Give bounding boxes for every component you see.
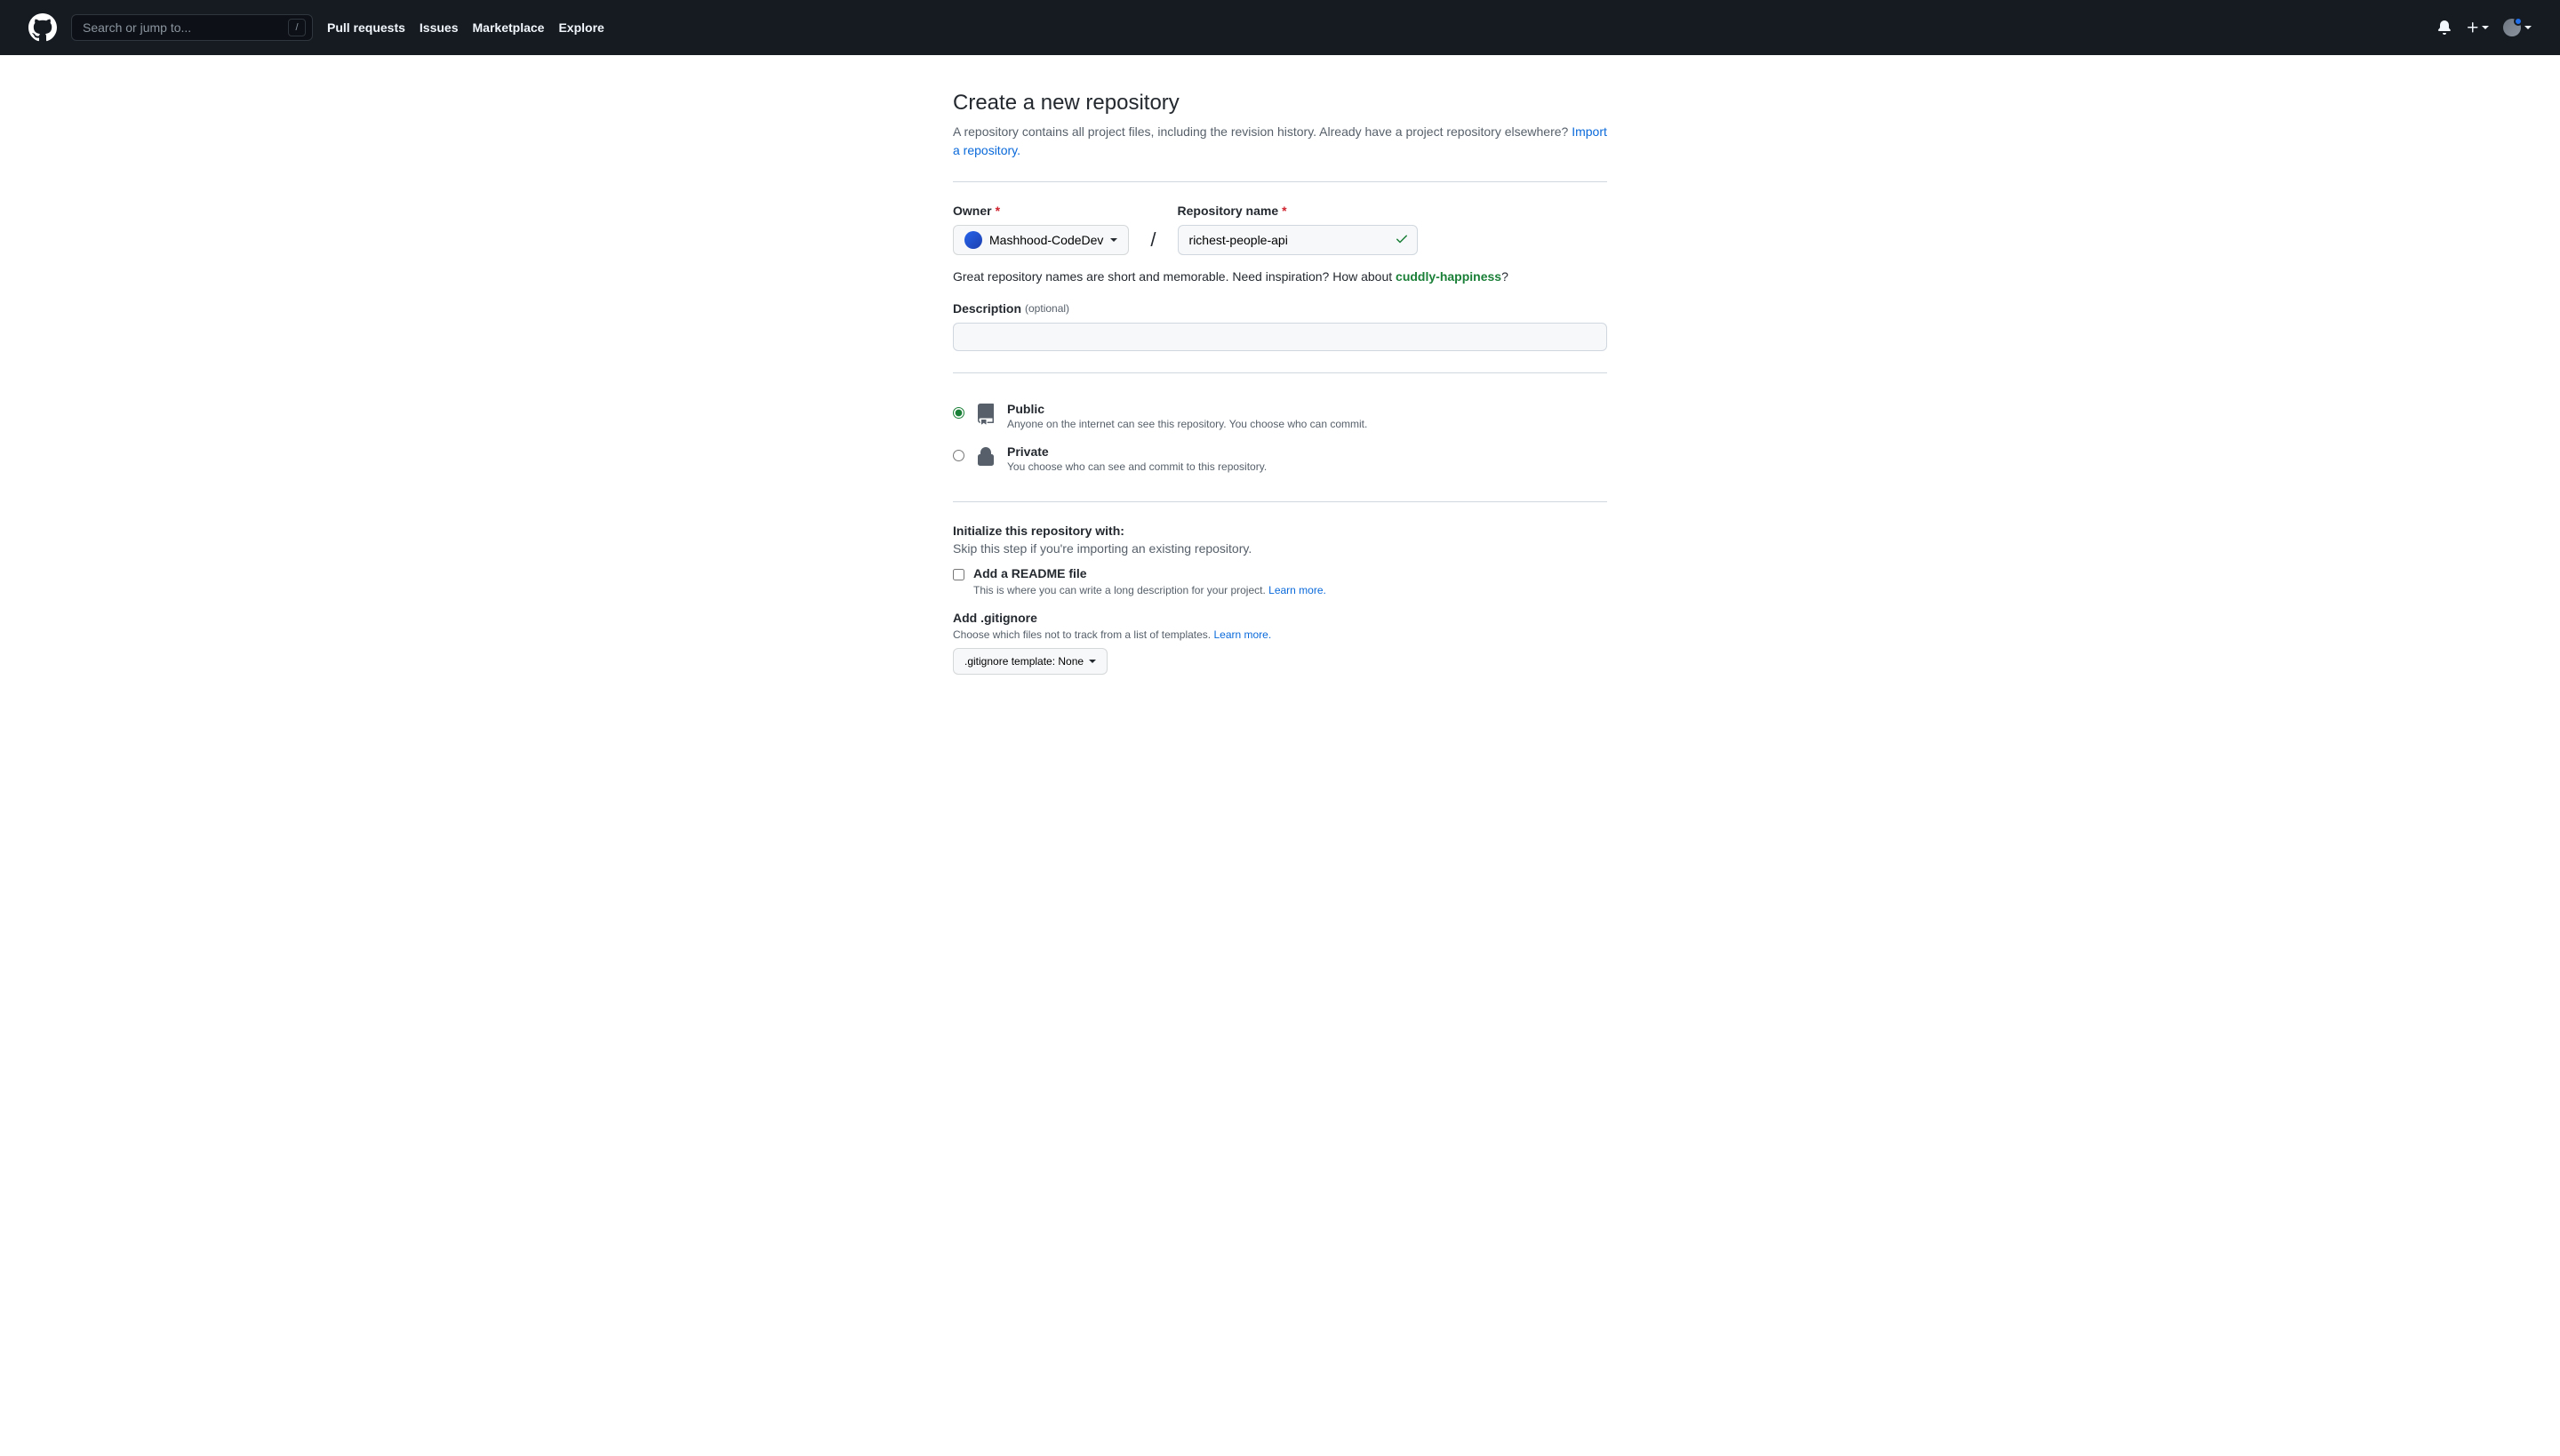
main-content: Create a new repository A repository con… (939, 55, 1621, 710)
nav-explore[interactable]: Explore (558, 20, 604, 35)
visibility-public-option: Public Anyone on the internet can see th… (953, 395, 1607, 437)
divider (953, 501, 1607, 502)
init-heading: Initialize this repository with: (953, 524, 1607, 538)
repo-name-group: Repository name * (1178, 204, 1418, 255)
private-desc: You choose who can see and commit to thi… (1007, 460, 1267, 473)
divider (953, 181, 1607, 182)
readme-checkbox[interactable] (953, 569, 964, 580)
readme-desc: This is where you can write a long descr… (973, 584, 1607, 596)
gitignore-label: Add .gitignore (953, 611, 1607, 625)
name-hint: Great repository names are short and mem… (953, 269, 1607, 284)
readme-option: Add a README file (953, 566, 1607, 580)
notifications-icon[interactable] (2437, 20, 2452, 35)
caret-down-icon (1089, 660, 1096, 663)
owner-name-text: Mashhood-CodeDev (989, 233, 1103, 247)
name-suggestion-link[interactable]: cuddly-happiness (1396, 269, 1501, 284)
lock-icon (975, 446, 996, 470)
owner-select-button[interactable]: Mashhood-CodeDev (953, 225, 1129, 255)
caret-down-icon (2524, 26, 2532, 29)
description-input[interactable] (953, 323, 1607, 351)
nav-pull-requests[interactable]: Pull requests (327, 20, 405, 35)
owner-label-text: Owner (953, 204, 992, 218)
owner-repo-row: Owner * Mashhood-CodeDev / Repository na… (953, 204, 1607, 255)
visibility-private-option: Private You choose who can see and commi… (953, 437, 1607, 480)
gitignore-desc-text: Choose which files not to track from a l… (953, 628, 1213, 641)
gitignore-template-button[interactable]: .gitignore template: None (953, 648, 1108, 675)
owner-avatar (964, 231, 982, 249)
private-text: Private You choose who can see and commi… (1007, 444, 1267, 473)
repo-name-label-text: Repository name (1178, 204, 1279, 218)
subhead-text: A repository contains all project files,… (953, 124, 1572, 139)
readme-label: Add a README file (973, 566, 1087, 580)
status-indicator (2514, 17, 2523, 26)
user-menu[interactable] (2503, 19, 2532, 36)
search-input[interactable] (71, 14, 313, 41)
public-radio[interactable] (953, 407, 964, 419)
check-icon (1395, 232, 1409, 249)
header-actions (2437, 19, 2532, 36)
page-title: Create a new repository (953, 91, 1607, 116)
owner-label: Owner * (953, 204, 1129, 218)
nav-marketplace[interactable]: Marketplace (473, 20, 545, 35)
required-indicator: * (1282, 204, 1286, 218)
divider (953, 372, 1607, 373)
user-avatar (2503, 19, 2521, 36)
gitignore-desc: Choose which files not to track from a l… (953, 628, 1607, 641)
caret-down-icon (2482, 26, 2489, 29)
caret-down-icon (1110, 238, 1117, 242)
hint-prefix: Great repository names are short and mem… (953, 269, 1396, 284)
search-wrapper: / (71, 14, 313, 41)
repo-name-input-wrap (1178, 225, 1418, 255)
hint-suffix: ? (1501, 269, 1508, 284)
global-header: / Pull requests Issues Marketplace Explo… (0, 0, 2560, 55)
repo-icon (975, 404, 996, 428)
nav-issues[interactable]: Issues (420, 20, 459, 35)
gitignore-learn-more-link[interactable]: Learn more. (1213, 628, 1271, 641)
readme-learn-more-link[interactable]: Learn more. (1268, 584, 1326, 596)
page-subhead: A repository contains all project files,… (953, 123, 1607, 160)
readme-desc-text: This is where you can write a long descr… (973, 584, 1268, 596)
init-sub: Skip this step if you're importing an ex… (953, 541, 1607, 556)
path-separator: / (1150, 228, 1156, 255)
repo-name-input[interactable] (1178, 225, 1418, 255)
create-new-dropdown[interactable] (2466, 20, 2489, 35)
gitignore-button-text: .gitignore template: None (964, 655, 1084, 668)
required-indicator: * (996, 204, 1000, 218)
primary-nav: Pull requests Issues Marketplace Explore (327, 20, 604, 35)
optional-indicator: (optional) (1025, 302, 1069, 315)
description-label: Description (optional) (953, 301, 1607, 316)
repo-name-label: Repository name * (1178, 204, 1418, 218)
search-shortcut-hint: / (288, 19, 306, 36)
github-logo[interactable] (28, 13, 57, 42)
private-label: Private (1007, 444, 1267, 459)
description-label-text: Description (953, 301, 1021, 316)
public-desc: Anyone on the internet can see this repo… (1007, 418, 1367, 430)
private-radio[interactable] (953, 450, 964, 461)
owner-group: Owner * Mashhood-CodeDev (953, 204, 1129, 255)
public-label: Public (1007, 402, 1367, 416)
public-text: Public Anyone on the internet can see th… (1007, 402, 1367, 430)
